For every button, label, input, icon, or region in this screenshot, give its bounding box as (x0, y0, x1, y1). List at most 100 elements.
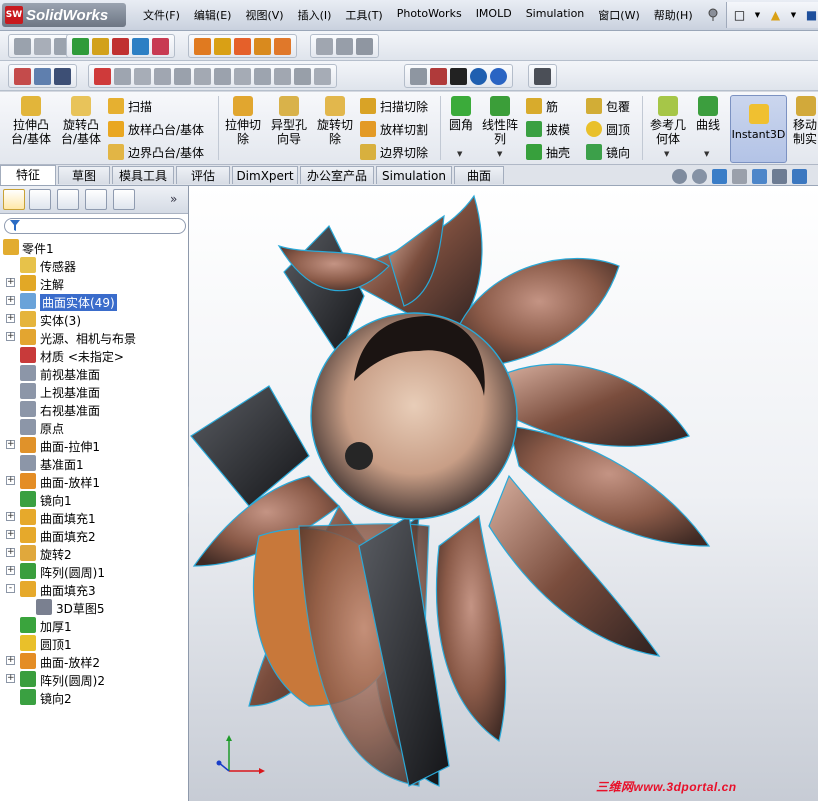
zoom-to-fit-icon[interactable] (672, 169, 687, 184)
expand-toggle-icon[interactable]: + (6, 674, 15, 683)
tab-dimxpert[interactable]: DimXpert (232, 166, 298, 184)
feature-filter-input[interactable] (4, 218, 186, 234)
dimension-icon[interactable] (234, 67, 251, 85)
spline-icon[interactable] (134, 67, 151, 85)
expand-toggle-icon[interactable]: + (6, 314, 15, 323)
feature-tree-item[interactable]: + 实体(3) (0, 310, 188, 328)
expand-toggle-icon[interactable]: + (6, 296, 15, 305)
feature-tree-item[interactable]: - 曲面填充3 (0, 580, 188, 598)
smart-dimension-icon[interactable] (34, 37, 51, 55)
expand-toggle-icon[interactable]: + (6, 512, 15, 521)
menu-simulation[interactable]: Simulation (519, 7, 592, 23)
expand-toggle-icon[interactable]: + (6, 566, 15, 575)
feature-tree-item[interactable]: 右视基准面 (0, 400, 188, 418)
expand-toggle-icon[interactable]: + (6, 548, 15, 557)
feature-tree-item[interactable]: + 曲面填充2 (0, 526, 188, 544)
menu-window[interactable]: 窗口(W) (591, 7, 646, 23)
feature-tree-item[interactable]: + 曲面-放样1 (0, 472, 188, 490)
fillet-feature-icon[interactable] (254, 37, 271, 55)
sketch-toggle-icon[interactable] (14, 37, 31, 55)
balloon-icon[interactable] (294, 67, 311, 85)
tab-mold-tools[interactable]: 模具工具 (112, 166, 174, 184)
zoom-fit-icon[interactable] (72, 37, 89, 55)
camera-icon[interactable] (410, 67, 427, 85)
display-style-icon[interactable] (152, 37, 169, 55)
feature-tree-item[interactable]: 前视基准面 (0, 364, 188, 382)
linear-pattern-button[interactable]: 线性阵 列 (478, 96, 522, 146)
shell-button[interactable]: 抽壳 (526, 142, 570, 162)
feature-manager-tab-icon[interactable] (3, 189, 25, 210)
menu-view[interactable]: 视图(V) (238, 7, 290, 23)
display-manager-tab-icon[interactable] (113, 189, 135, 210)
feature-tree-item[interactable]: + 曲面-拉伸1 (0, 436, 188, 454)
reference-geometry-button[interactable]: 参考几 何体 (646, 96, 690, 146)
print-icon[interactable] (14, 67, 31, 85)
chevron-right-icon[interactable]: » (170, 192, 177, 206)
loft-boss-button[interactable]: 放样凸台/基体 (108, 119, 204, 139)
rotate-view-icon[interactable] (92, 37, 109, 55)
view-orientation-icon[interactable] (752, 169, 767, 184)
feature-tree-item[interactable]: 镜向1 (0, 490, 188, 508)
menu-edit[interactable]: 编辑(E) (187, 7, 239, 23)
menu-photoworks[interactable]: PhotoWorks (390, 7, 469, 23)
thicken-tool-icon[interactable] (356, 37, 373, 55)
tab-surfaces[interactable]: 曲面 (454, 166, 504, 184)
expand-toggle-icon[interactable]: + (6, 440, 15, 449)
dome-button[interactable]: 圆顶 (586, 119, 630, 139)
datum-icon[interactable] (254, 67, 271, 85)
extrude-cut-button[interactable]: 拉伸切 除 (222, 96, 264, 146)
chevron-down-icon[interactable]: ▼ (457, 150, 462, 158)
chevron-down-icon[interactable]: ▼ (751, 7, 764, 23)
expand-toggle-icon[interactable]: + (6, 476, 15, 485)
grid-icon[interactable] (154, 67, 171, 85)
feature-tree-item[interactable]: 材质 <未指定> (0, 346, 188, 364)
scissors-icon[interactable] (430, 67, 447, 85)
chevron-down-icon[interactable]: ▼ (664, 150, 669, 158)
tab-simulation[interactable]: Simulation (376, 166, 452, 184)
sweep-button[interactable]: 扫描 (108, 96, 152, 116)
section-view-icon[interactable] (732, 169, 747, 184)
feature-tree-item[interactable]: + 旋转2 (0, 544, 188, 562)
info-icon[interactable] (490, 67, 507, 85)
menu-insert[interactable]: 插入(I) (291, 7, 339, 23)
expand-toggle-icon[interactable]: + (6, 332, 15, 341)
feature-tree-item[interactable]: + 阵列(圆周)2 (0, 670, 188, 688)
fillet-button[interactable]: 圆角 (446, 96, 476, 132)
feature-tree-item[interactable]: 圆顶1 (0, 634, 188, 652)
tab-features[interactable]: 特征 (0, 165, 56, 185)
feature-tree-item[interactable]: + 曲面实体(49) (0, 292, 188, 311)
feature-tree-item[interactable]: 3D草图5 (0, 598, 188, 616)
feature-tree-item[interactable]: 原点 (0, 418, 188, 436)
curves-button[interactable]: 曲线 (693, 96, 723, 132)
draft-button[interactable]: 拔模 (526, 119, 570, 139)
feature-tree-item[interactable]: 零件1 (0, 238, 188, 256)
instant3d-button[interactable]: Instant3D (730, 95, 787, 163)
zoom-area-icon[interactable] (692, 169, 707, 184)
menu-imold[interactable]: IMOLD (469, 7, 519, 23)
hatch-icon[interactable] (174, 67, 191, 85)
pin-icon[interactable] (706, 7, 720, 21)
feature-tree-item[interactable]: + 光源、相机与布景 (0, 328, 188, 346)
revolve-cut-button[interactable]: 旋转切 除 (314, 96, 356, 146)
feature-tree-item[interactable]: + 曲面填充1 (0, 508, 188, 526)
expand-toggle-icon[interactable]: + (6, 278, 15, 287)
graphics-area[interactable] (189, 186, 818, 801)
view-orientation-icon[interactable] (132, 37, 149, 55)
new-document-icon[interactable]: □ (733, 7, 746, 23)
expand-toggle-icon[interactable]: + (6, 530, 15, 539)
property-manager-tab-icon[interactable] (29, 189, 51, 210)
search-icon[interactable] (470, 67, 487, 85)
menu-help[interactable]: 帮助(H) (647, 7, 700, 23)
feature-tree-item[interactable]: 传感器 (0, 256, 188, 274)
collapse-toggle-icon[interactable]: - (6, 584, 15, 593)
tab-sketch[interactable]: 草图 (58, 166, 110, 184)
configuration-manager-tab-icon[interactable] (57, 189, 79, 210)
feature-tree-item[interactable]: 镜向2 (0, 688, 188, 706)
mirror-button[interactable]: 镜向 (586, 142, 630, 162)
line-icon[interactable] (114, 67, 131, 85)
feature-tree-item[interactable]: 上视基准面 (0, 382, 188, 400)
cut-feature-icon[interactable] (234, 37, 251, 55)
surface-tool-icon[interactable] (316, 37, 333, 55)
chevron-down-icon[interactable]: ▼ (704, 150, 709, 158)
save-icon[interactable]: ■ (805, 7, 818, 23)
